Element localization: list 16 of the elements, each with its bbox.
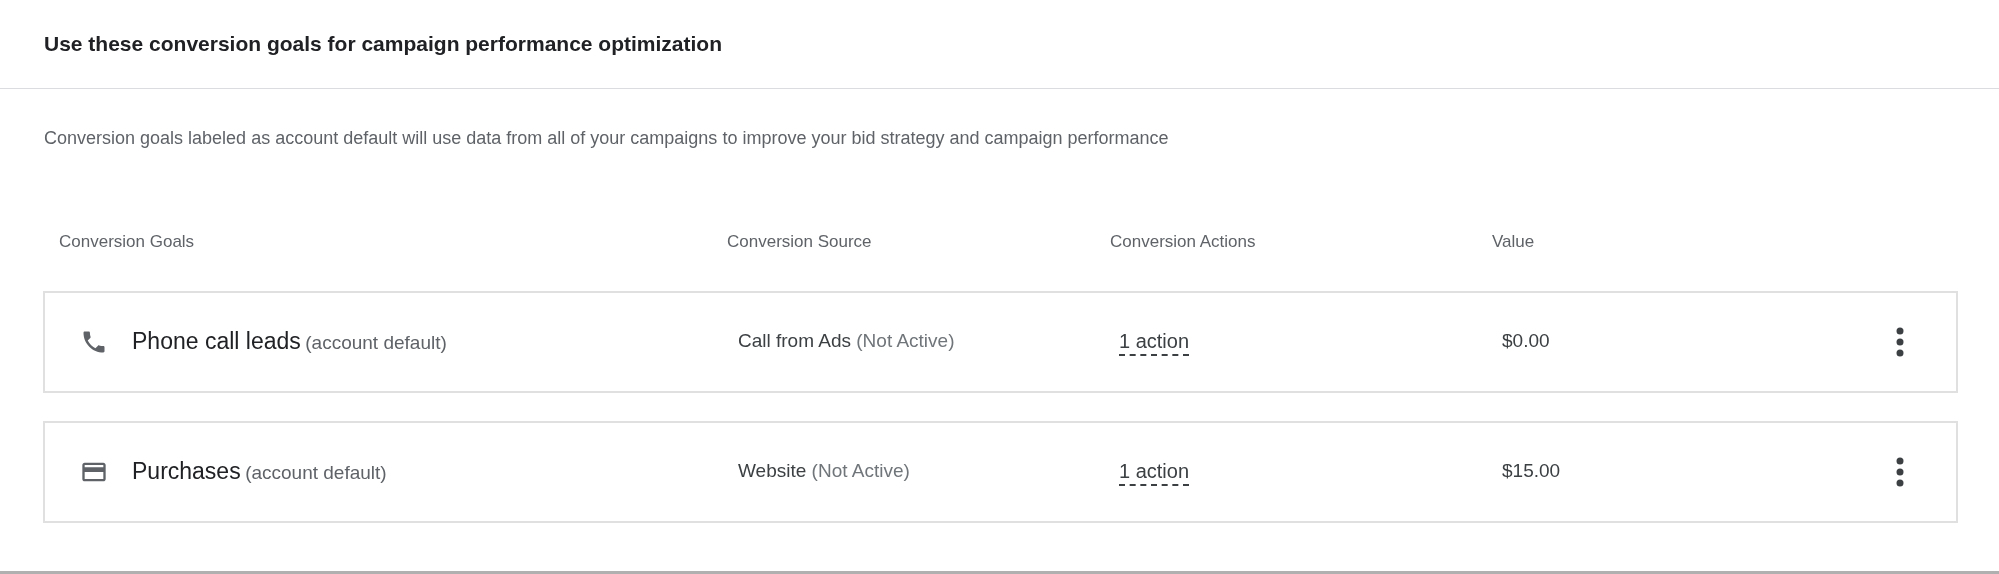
more-vertical-icon — [1896, 456, 1904, 487]
actions-link[interactable]: 1 action — [1119, 457, 1190, 486]
column-header: Conversion Actions — [1110, 232, 1256, 251]
more-vertical-icon — [1896, 326, 1904, 357]
actions-link[interactable]: 1 action — [1119, 327, 1190, 356]
section-title: Use these conversion goals for campaign performance optimization — [44, 31, 722, 58]
goal-name: Phone call leads (account default) — [132, 327, 447, 357]
goal-name: Purchases (account default) — [132, 457, 387, 487]
column-header: Conversion Goals — [59, 232, 195, 251]
conversion-source: Call from Ads (Not Active) — [738, 330, 955, 352]
column-header: Conversion Source — [727, 232, 872, 251]
goal-value: $15.00 — [1502, 460, 1561, 482]
goal-value: $0.00 — [1502, 330, 1550, 352]
conversion-source: Website (Not Active) — [738, 460, 910, 482]
column-header: Value — [1492, 232, 1535, 251]
description-text: Conversion goals labeled as account default will use data from all of your campaigns to improve your bid strategy and campaign performance — [43, 127, 1170, 150]
